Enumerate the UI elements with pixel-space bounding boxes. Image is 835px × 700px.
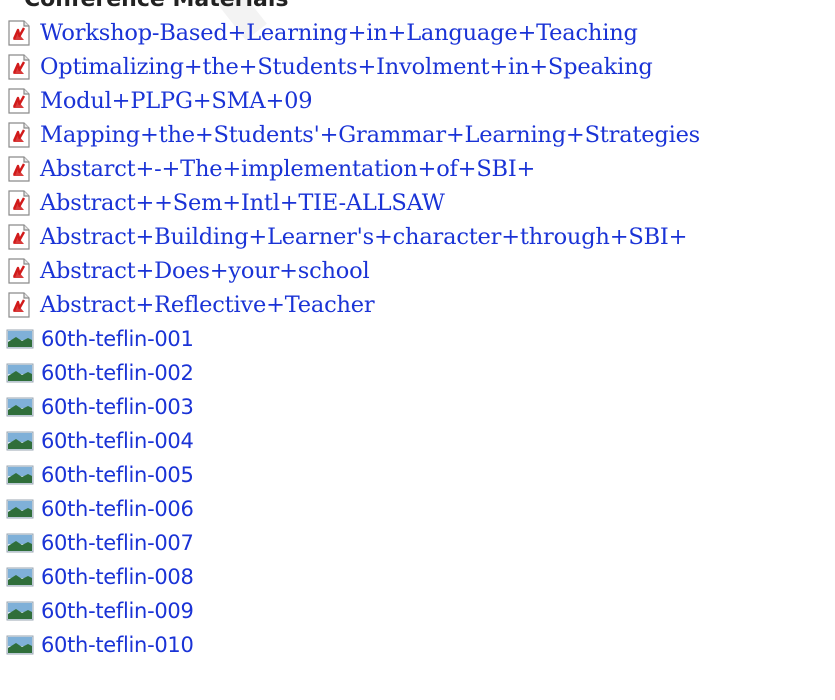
list-item: 60th-teflin-003 bbox=[6, 392, 194, 422]
pdf-file-icon bbox=[6, 258, 32, 284]
file-link[interactable]: 60th-teflin-005 bbox=[41, 463, 194, 487]
image-file-icon bbox=[6, 567, 34, 587]
list-item: 60th-teflin-009 bbox=[6, 596, 194, 626]
list-item: Abstract++Sem+Intl+TIE-ALLSAW bbox=[6, 188, 445, 218]
file-link[interactable]: 60th-teflin-009 bbox=[41, 599, 194, 623]
pdf-file-icon bbox=[6, 224, 32, 250]
file-link[interactable]: Abstract+Building+Learner's+character+th… bbox=[40, 224, 687, 250]
pdf-file-icon bbox=[6, 190, 32, 216]
list-item: Abstract+Reflective+Teacher bbox=[6, 290, 375, 320]
file-link[interactable]: Abstarct+-+The+implementation+of+SBI+ bbox=[40, 156, 535, 182]
image-file-icon bbox=[6, 635, 34, 655]
image-file-icon bbox=[6, 431, 34, 451]
list-item: 60th-teflin-007 bbox=[6, 528, 194, 558]
file-link[interactable]: Abstract+Does+your+school bbox=[40, 258, 370, 284]
file-link[interactable]: Optimalizing+the+Students+Involment+in+S… bbox=[40, 54, 653, 80]
pdf-file-icon bbox=[6, 20, 32, 46]
list-item: Abstract+Building+Learner's+character+th… bbox=[6, 222, 687, 252]
list-item: 60th-teflin-002 bbox=[6, 358, 194, 388]
section-heading: Conference Materials bbox=[24, 0, 289, 12]
pdf-file-icon bbox=[6, 122, 32, 148]
pdf-file-icon bbox=[6, 292, 32, 318]
list-item: 60th-teflin-008 bbox=[6, 562, 194, 592]
list-item: 60th-teflin-010 bbox=[6, 630, 194, 660]
image-file-icon bbox=[6, 601, 34, 621]
file-link[interactable]: 60th-teflin-002 bbox=[41, 361, 194, 385]
image-file-icon bbox=[6, 465, 34, 485]
file-link[interactable]: 60th-teflin-006 bbox=[41, 497, 194, 521]
list-item: Abstarct+-+The+implementation+of+SBI+ bbox=[6, 154, 535, 184]
file-link[interactable]: Abstract++Sem+Intl+TIE-ALLSAW bbox=[40, 190, 445, 216]
pdf-file-icon bbox=[6, 54, 32, 80]
list-item: 60th-teflin-004 bbox=[6, 426, 194, 456]
image-file-icon bbox=[6, 533, 34, 553]
list-item: 60th-teflin-005 bbox=[6, 460, 194, 490]
image-file-icon bbox=[6, 397, 34, 417]
file-link[interactable]: 60th-teflin-008 bbox=[41, 565, 194, 589]
file-link[interactable]: Abstract+Reflective+Teacher bbox=[40, 292, 375, 318]
list-item: 60th-teflin-001 bbox=[6, 324, 194, 354]
list-item: Optimalizing+the+Students+Involment+in+S… bbox=[6, 52, 653, 82]
pdf-file-icon bbox=[6, 88, 32, 114]
list-item: 60th-teflin-006 bbox=[6, 494, 194, 524]
file-link[interactable]: Workshop-Based+Learning+in+Language+Teac… bbox=[40, 20, 638, 46]
image-file-icon bbox=[6, 499, 34, 519]
file-link[interactable]: 60th-teflin-004 bbox=[41, 429, 194, 453]
file-link[interactable]: Modul+PLPG+SMA+09 bbox=[40, 88, 313, 114]
pdf-file-icon bbox=[6, 156, 32, 182]
file-link[interactable]: 60th-teflin-010 bbox=[41, 633, 194, 657]
file-link[interactable]: 60th-teflin-003 bbox=[41, 395, 194, 419]
file-link[interactable]: 60th-teflin-001 bbox=[41, 327, 194, 351]
file-link[interactable]: Mapping+the+Students'+Grammar+Learning+S… bbox=[40, 122, 700, 148]
list-item: Abstract+Does+your+school bbox=[6, 256, 370, 286]
image-file-icon bbox=[6, 329, 34, 349]
list-item: Modul+PLPG+SMA+09 bbox=[6, 86, 313, 116]
file-link[interactable]: 60th-teflin-007 bbox=[41, 531, 194, 555]
list-item: Workshop-Based+Learning+in+Language+Teac… bbox=[6, 18, 638, 48]
image-file-icon bbox=[6, 363, 34, 383]
list-item: Mapping+the+Students'+Grammar+Learning+S… bbox=[6, 120, 700, 150]
